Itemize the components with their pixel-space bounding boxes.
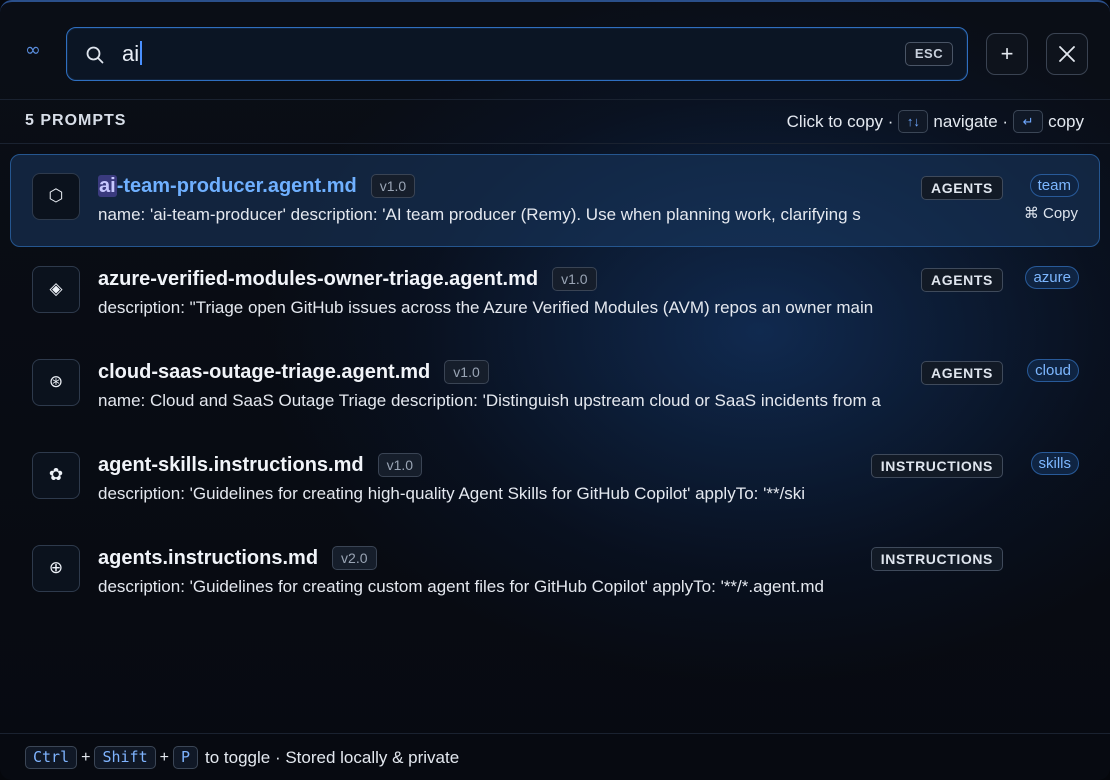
prompt-title-line: ai-team-producer.agent.md v1.0 <box>98 171 416 201</box>
diamond-icon: ◈ <box>32 266 80 313</box>
header-divider <box>0 99 1110 100</box>
category-badge: AGENTS <box>921 176 1003 200</box>
keyboard-hints: Click to copy · ↑↓ navigate · ↵ copy <box>787 110 1084 133</box>
prompt-title: cloud-saas-outage-triage.agent.md <box>98 360 431 383</box>
enter-key-icon: ↵ <box>1013 110 1044 133</box>
prompt-row[interactable]: ✿ agent-skills.instructions.md v1.0 desc… <box>10 433 1100 526</box>
search-input[interactable]: ai ESC <box>66 27 968 81</box>
search-icon <box>86 46 104 64</box>
prompt-description: name: Cloud and SaaS Outage Triage descr… <box>98 391 881 410</box>
version-badge: v1.0 <box>377 453 423 477</box>
tag-chip[interactable]: team <box>1029 174 1079 197</box>
palette-header: ∞ ai ESC + <box>0 2 1110 100</box>
prompt-title: agent-skills.instructions.md <box>98 453 364 476</box>
esc-key-badge[interactable]: ESC <box>905 42 953 66</box>
search-query: ai <box>122 41 143 67</box>
prompt-row[interactable]: ⊕ agents.instructions.md v2.0 descriptio… <box>10 526 1100 619</box>
tag-chip[interactable]: azure <box>1025 266 1079 289</box>
footer-divider <box>0 733 1110 734</box>
prompt-title-line: agent-skills.instructions.md v1.0 <box>98 450 423 480</box>
close-icon <box>1059 46 1075 62</box>
tag-chip[interactable]: cloud <box>1027 359 1079 382</box>
prompt-title: ai-team-producer.agent.md <box>98 174 357 197</box>
prompt-description: name: 'ai-team-producer' description: 'A… <box>98 205 861 224</box>
prompt-description: description: 'Guidelines for creating hi… <box>98 484 806 503</box>
circled-asterisk-icon: ⊛ <box>32 359 80 406</box>
prompt-title-line: cloud-saas-outage-triage.agent.md v1.0 <box>98 357 489 387</box>
prompt-row[interactable]: ⊛ cloud-saas-outage-triage.agent.md v1.0… <box>10 340 1100 433</box>
version-badge: v2.0 <box>332 546 377 570</box>
subheader-divider <box>0 143 1110 144</box>
category-badge: AGENTS <box>921 268 1003 292</box>
hint-click-to-copy: Click to copy · <box>786 111 894 131</box>
prompt-list: ⬡ ai-team-producer.agent.md v1.0 name: '… <box>10 154 1100 619</box>
footer-text: to toggle · Stored locally & private <box>205 747 460 767</box>
copy-shortcut-hint[interactable]: ⌘ Copy <box>1024 204 1078 222</box>
prompt-palette-window: ∞ ai ESC + 5 PROMPTS Click to copy · ↑↓ … <box>0 0 1110 780</box>
add-prompt-button[interactable]: + <box>986 33 1028 75</box>
p-key: P <box>172 746 198 769</box>
category-badge: INSTRUCTIONS <box>870 547 1003 571</box>
prompt-row[interactable]: ⬡ ai-team-producer.agent.md v1.0 name: '… <box>10 154 1100 247</box>
version-badge: v1.0 <box>444 360 489 384</box>
shift-key: Shift <box>94 746 156 769</box>
footer-hint: Ctrl + Shift + P to toggle · Stored loca… <box>25 746 459 769</box>
hint-copy: copy <box>1048 111 1084 131</box>
flower-icon: ✿ <box>32 452 80 499</box>
hint-navigate: navigate · <box>933 111 1009 131</box>
globe-icon: ⊕ <box>32 545 80 592</box>
tag-chip[interactable]: skills <box>1030 452 1079 475</box>
ctrl-key: Ctrl <box>25 746 78 769</box>
plus-icon: + <box>1000 41 1014 66</box>
close-button[interactable] <box>1046 33 1088 75</box>
infinity-logo-icon: ∞ <box>25 39 41 61</box>
prompt-title: agents.instructions.md <box>98 546 319 569</box>
prompt-description: description: 'Guidelines for creating cu… <box>98 577 824 596</box>
category-badge: AGENTS <box>921 361 1003 385</box>
prompt-description: description: "Triage open GitHub issues … <box>98 298 874 317</box>
prompt-title-line: azure-verified-modules-owner-triage.agen… <box>98 264 597 294</box>
category-badge: INSTRUCTIONS <box>870 454 1003 478</box>
prompt-title: azure-verified-modules-owner-triage.agen… <box>98 267 539 290</box>
version-badge: v1.0 <box>552 267 597 291</box>
navigate-key-icon: ↑↓ <box>898 110 929 133</box>
prompt-row[interactable]: ◈ azure-verified-modules-owner-triage.ag… <box>10 247 1100 340</box>
text-caret <box>140 41 143 65</box>
hexagon-icon: ⬡ <box>32 173 80 220</box>
version-badge: v1.0 <box>370 174 416 198</box>
search-match-highlight: ai <box>98 174 117 197</box>
prompt-count: 5 PROMPTS <box>25 112 127 129</box>
prompt-title-line: agents.instructions.md v2.0 <box>98 543 377 573</box>
